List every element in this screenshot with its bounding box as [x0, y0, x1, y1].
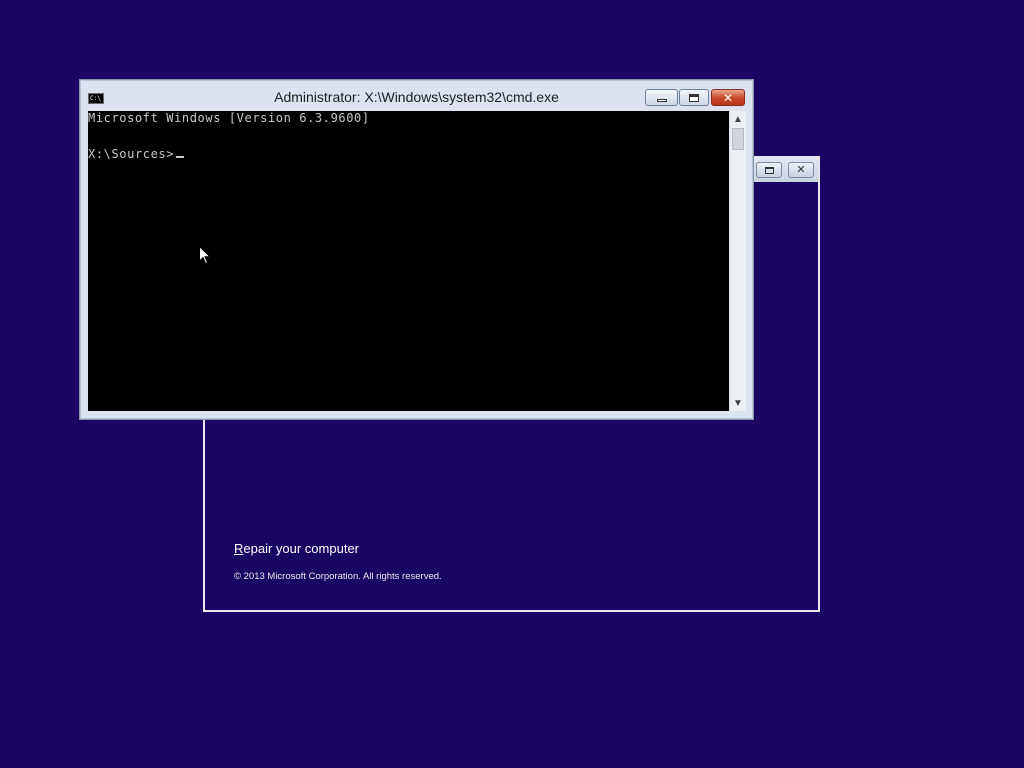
mouse-pointer-icon — [199, 245, 212, 270]
copyright-text: © 2013 Microsoft Corporation. All rights… — [234, 571, 442, 582]
prompt-line[interactable]: X:\Sources> — [88, 147, 185, 161]
close-icon: ✕ — [722, 90, 734, 105]
close-button[interactable]: ✕ — [711, 89, 745, 106]
vertical-scrollbar[interactable]: ▲ ▼ — [729, 111, 746, 411]
chevron-down-icon: ▼ — [733, 397, 743, 409]
close-icon: ✕ — [796, 163, 806, 176]
repair-link-text: epair your computer — [243, 541, 360, 556]
text-cursor — [176, 156, 185, 158]
maximize-button[interactable] — [679, 89, 709, 106]
chevron-up-icon: ▲ — [733, 113, 743, 125]
restore-icon — [764, 166, 774, 174]
scroll-thumb[interactable] — [732, 128, 744, 150]
cmd-window[interactable]: C:\ Administrator: X:\Windows\system32\c… — [79, 79, 754, 420]
minimize-button[interactable] — [645, 89, 678, 106]
version-line: Microsoft Windows [Version 6.3.9600] — [88, 111, 370, 125]
minimize-icon — [656, 98, 667, 102]
restore-button[interactable] — [756, 162, 782, 178]
cmd-titlebar[interactable]: C:\ Administrator: X:\Windows\system32\c… — [80, 80, 753, 112]
repair-link-accesskey: R — [234, 541, 244, 556]
repair-your-computer-link[interactable]: Repair your computer — [234, 541, 359, 556]
console-output[interactable]: Microsoft Windows [Version 6.3.9600] X:\… — [88, 111, 729, 411]
scroll-up-button[interactable]: ▲ — [730, 111, 746, 127]
maximize-icon — [689, 93, 699, 102]
prompt-text: X:\Sources> — [88, 147, 175, 161]
scroll-down-button[interactable]: ▼ — [730, 395, 746, 411]
close-button[interactable]: ✕ — [788, 162, 814, 178]
